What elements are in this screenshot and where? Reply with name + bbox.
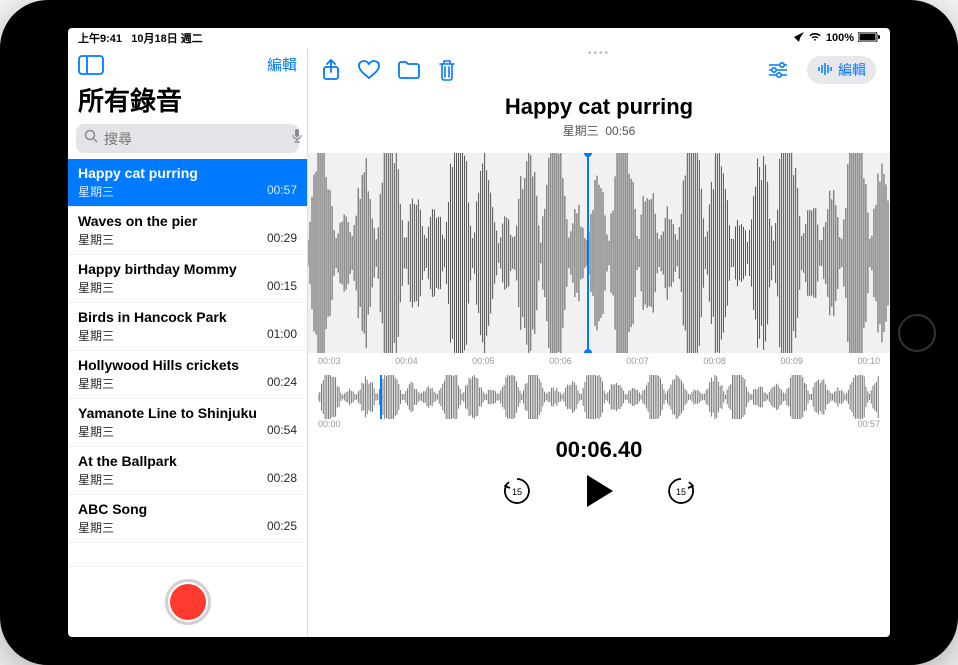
recording-item-title: At the Ballpark — [78, 453, 297, 469]
recording-item[interactable]: At the Ballpark 星期三 00:28 — [68, 447, 307, 495]
recording-item[interactable]: Birds in Hancock Park 星期三 01:00 — [68, 303, 307, 351]
recording-item-title: ABC Song — [78, 501, 297, 517]
recording-item[interactable]: ABC Song 星期三 00:25 — [68, 495, 307, 543]
main-panel: •••• — [308, 48, 890, 637]
sidebar-toggle-icon[interactable] — [78, 55, 104, 75]
recording-item-duration: 00:57 — [267, 183, 297, 200]
record-button[interactable] — [165, 579, 211, 625]
recording-item-title: Waves on the pier — [78, 213, 297, 229]
waveform-zoomed[interactable] — [308, 153, 890, 353]
ruler-tick: 00:08 — [703, 356, 726, 366]
mic-icon[interactable] — [291, 128, 303, 149]
playhead[interactable] — [587, 153, 589, 353]
recording-item-title: Hollywood Hills crickets — [78, 357, 297, 373]
folder-icon[interactable] — [398, 61, 420, 79]
search-icon — [84, 129, 98, 148]
svg-text:15: 15 — [512, 487, 522, 497]
recording-item-duration: 01:00 — [267, 327, 297, 344]
overview-playhead[interactable] — [380, 375, 382, 419]
recording-item[interactable]: Hollywood Hills crickets 星期三 00:24 — [68, 351, 307, 399]
edit-waveform-label: 編輯 — [838, 60, 866, 80]
recording-item-duration: 00:28 — [267, 471, 297, 488]
drag-handle-icon[interactable]: •••• — [588, 48, 610, 59]
status-time: 上午9:41 — [78, 33, 122, 45]
search-field[interactable] — [76, 124, 299, 153]
overview-start: 00:00 — [318, 419, 341, 429]
recording-item-duration: 00:25 — [267, 519, 297, 536]
recording-item-duration: 00:24 — [267, 375, 297, 392]
sidebar-title: 所有錄音 — [68, 81, 307, 124]
timecode: 00:06.40 — [308, 437, 890, 463]
settings-sliders-icon[interactable] — [767, 61, 789, 79]
edit-list-button[interactable]: 編輯 — [267, 54, 297, 75]
ruler-tick: 00:10 — [857, 356, 880, 366]
recording-item[interactable]: Happy birthday Mommy 星期三 00:15 — [68, 255, 307, 303]
share-icon[interactable] — [322, 59, 340, 81]
recording-item-day: 星期三 — [78, 375, 114, 392]
recording-item-duration: 00:29 — [267, 231, 297, 248]
ruler-tick: 00:09 — [780, 356, 803, 366]
svg-text:15: 15 — [676, 487, 686, 497]
recording-item-day: 星期三 — [78, 279, 114, 296]
overview-end: 00:57 — [857, 419, 880, 429]
recording-item-title: Happy cat purring — [78, 165, 297, 181]
edit-waveform-button[interactable]: 編輯 — [807, 56, 876, 84]
ruler-tick: 00:06 — [549, 356, 572, 366]
recording-item-duration: 00:15 — [267, 279, 297, 296]
ruler-tick: 00:04 — [395, 356, 418, 366]
recording-item-day: 星期三 — [78, 423, 114, 440]
waveform-icon — [817, 62, 833, 78]
ruler-tick: 00:03 — [318, 356, 341, 366]
time-ruler: 00:03 00:04 00:05 00:06 00:07 00:08 00:09 00:10 — [308, 353, 890, 369]
trash-icon[interactable] — [438, 59, 456, 81]
recording-title: Happy cat purring — [308, 94, 890, 120]
recording-item[interactable]: Yamanote Line to Shinjuku 星期三 00:54 — [68, 399, 307, 447]
recording-item-duration: 00:54 — [267, 423, 297, 440]
recording-item-title: Birds in Hancock Park — [78, 309, 297, 325]
recording-item-day: 星期三 — [78, 327, 114, 344]
recording-item-title: Yamanote Line to Shinjuku — [78, 405, 297, 421]
wifi-icon — [808, 32, 822, 45]
search-input[interactable] — [104, 131, 285, 147]
home-button[interactable] — [898, 314, 936, 352]
battery-percent: 100% — [826, 32, 854, 44]
recording-item-day: 星期三 — [78, 471, 114, 488]
sidebar: 編輯 所有錄音 Happy cat purring 星期三 00:57 Waves o… — [68, 48, 308, 637]
waveform-overview[interactable] — [318, 375, 880, 419]
play-button[interactable] — [583, 473, 615, 514]
skip-back-button[interactable]: 15 — [501, 475, 533, 512]
status-date: 10月18日 週二 — [131, 33, 203, 45]
recording-subtitle: 星期三 00:56 — [308, 122, 890, 139]
recording-item-title: Happy birthday Mommy — [78, 261, 297, 277]
status-bar: 上午9:41 10月18日 週二 100% — [68, 28, 890, 48]
ruler-tick: 00:07 — [626, 356, 649, 366]
recording-item-day: 星期三 — [78, 231, 114, 248]
skip-forward-button[interactable]: 15 — [665, 475, 697, 512]
battery-icon — [858, 32, 880, 45]
recording-item[interactable]: Happy cat purring 星期三 00:57 — [68, 159, 307, 207]
recording-item[interactable]: Waves on the pier 星期三 00:29 — [68, 207, 307, 255]
recording-item-day: 星期三 — [78, 183, 114, 200]
location-icon — [794, 32, 804, 45]
recordings-list: Happy cat purring 星期三 00:57 Waves on the pi… — [68, 159, 307, 566]
favorite-icon[interactable] — [358, 60, 380, 80]
recording-item-day: 星期三 — [78, 519, 114, 536]
ruler-tick: 00:05 — [472, 356, 495, 366]
